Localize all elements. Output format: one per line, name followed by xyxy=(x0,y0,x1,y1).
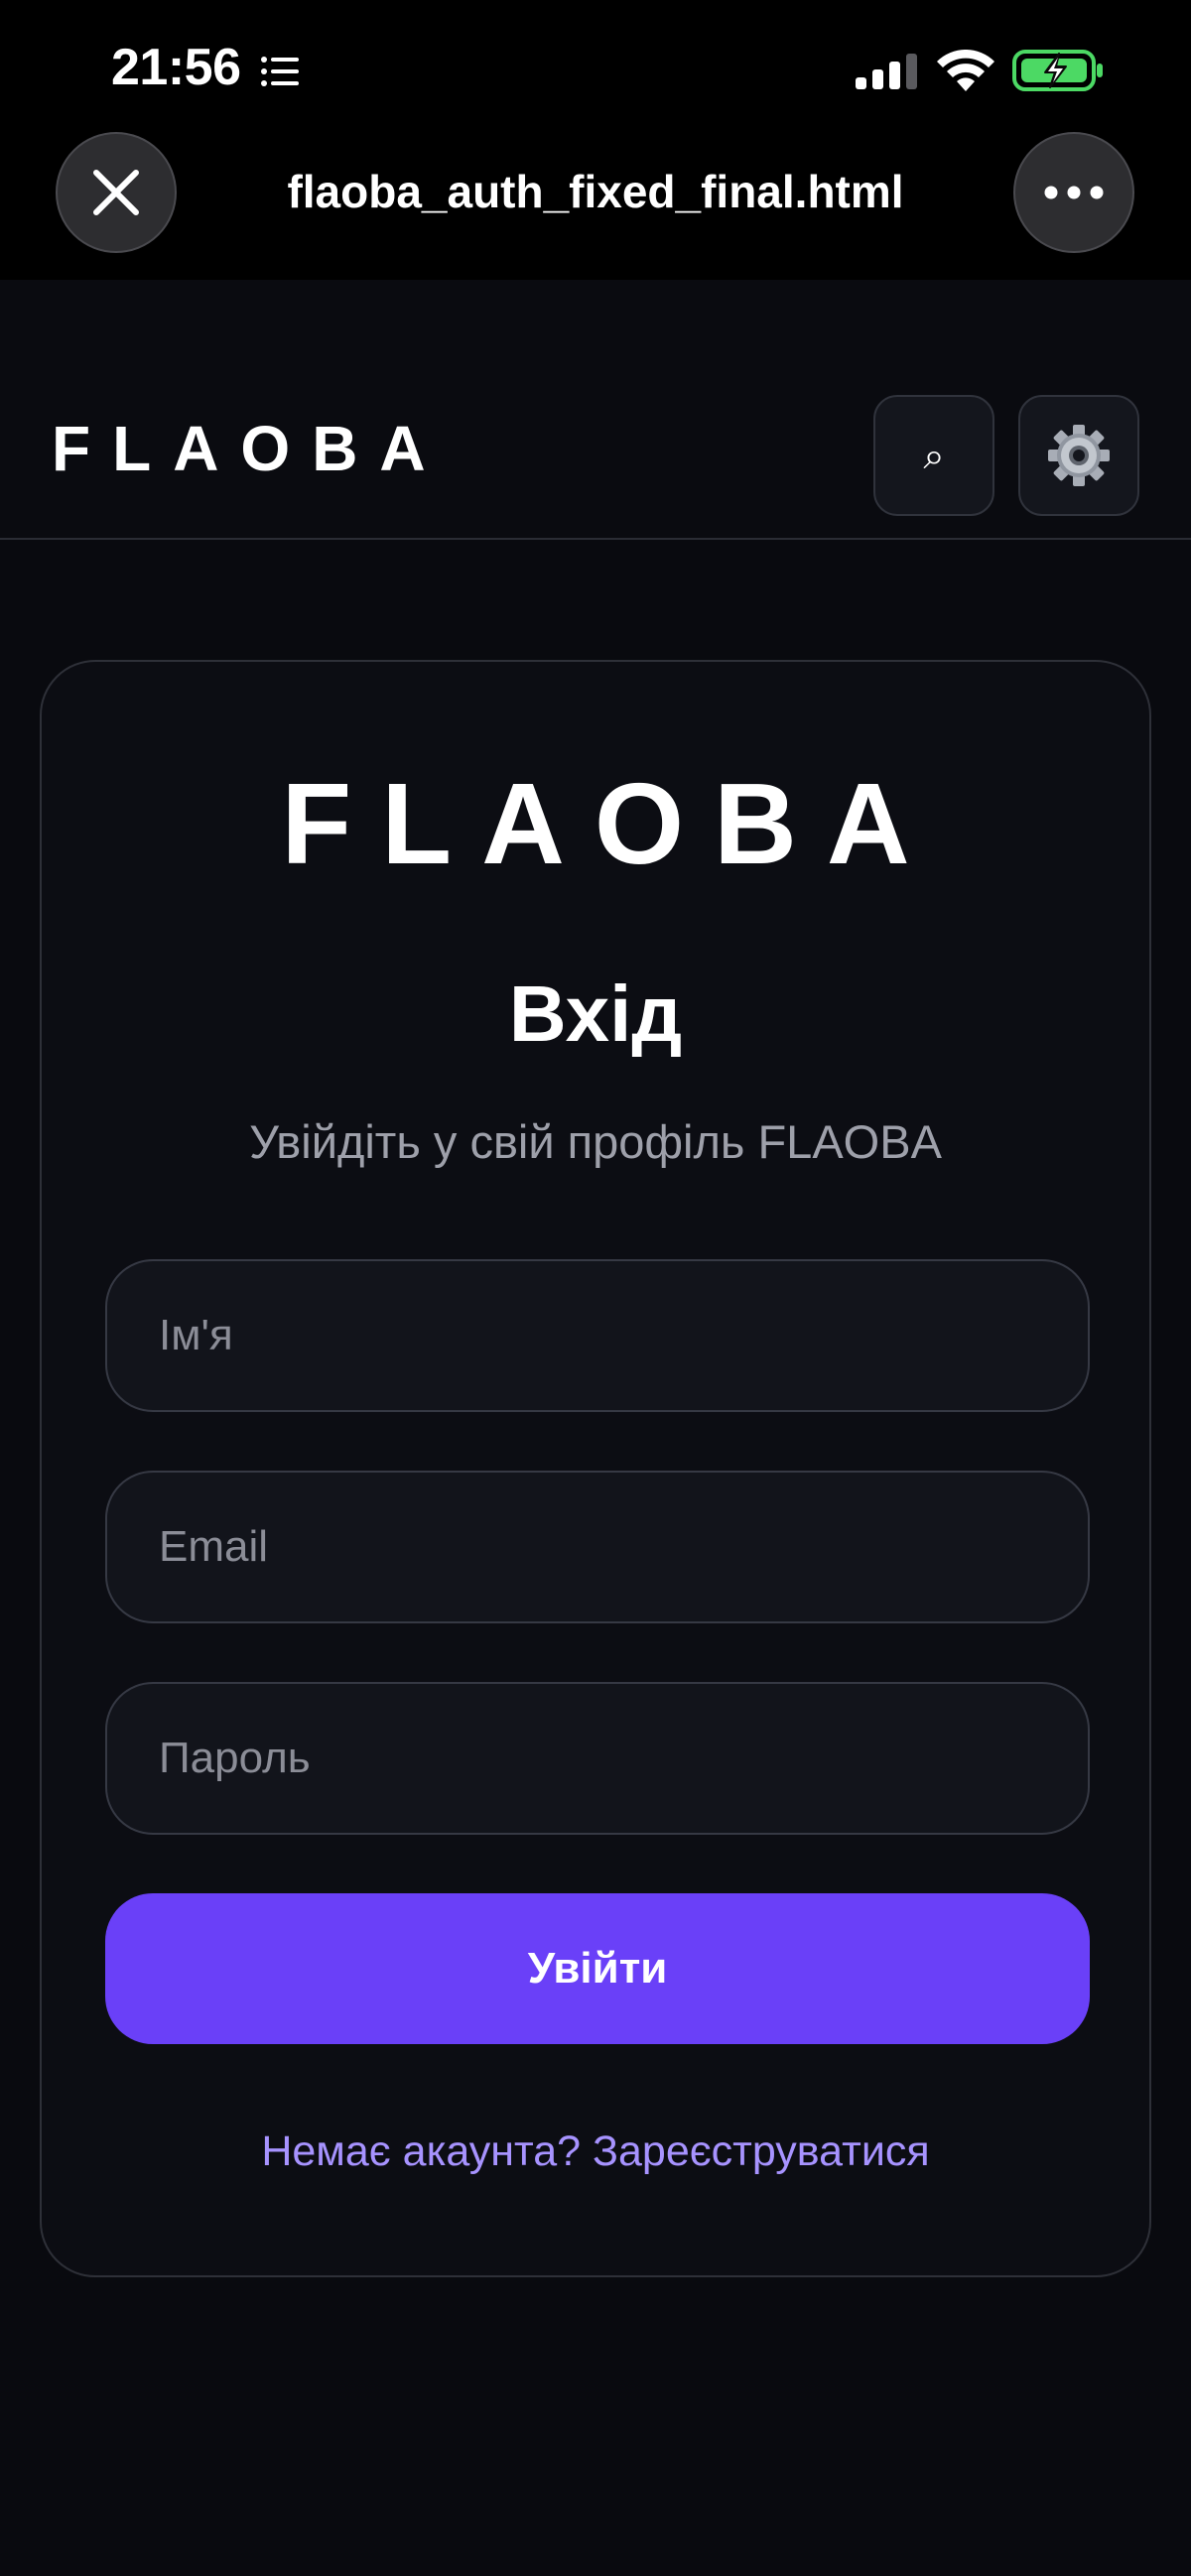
status-time: 21:56 xyxy=(111,39,241,96)
list-icon xyxy=(261,57,299,86)
browser-chrome: 21:56 flaoba_auth_fixed_final.html xyxy=(0,0,1191,280)
more-icon xyxy=(1044,186,1104,199)
page-title: flaoba_auth_fixed_final.html xyxy=(287,166,904,217)
settings-button[interactable] xyxy=(1018,395,1139,516)
close-icon xyxy=(93,170,139,215)
login-card: FLAOBA Вхід Увійдіть у свій профіль FLAO… xyxy=(40,660,1151,2277)
signal-icon xyxy=(856,54,917,89)
password-field[interactable] xyxy=(105,1682,1090,1835)
card-logo: FLAOBA xyxy=(281,759,940,888)
register-link[interactable]: Немає акаунта? Зареєструватися xyxy=(42,2130,1149,2173)
wifi-icon xyxy=(937,50,994,91)
login-button[interactable]: Увійти xyxy=(105,1893,1090,2044)
close-button[interactable] xyxy=(56,132,177,253)
gear-icon xyxy=(1048,425,1110,486)
name-field[interactable] xyxy=(105,1259,1090,1412)
login-subtitle: Увійдіть у свій профіль FLAOBA xyxy=(249,1115,942,1168)
header-logo[interactable]: FLAOBA xyxy=(52,417,448,480)
email-field[interactable] xyxy=(105,1471,1090,1623)
battery-charging-icon xyxy=(1012,50,1103,91)
login-title: Вхід xyxy=(508,969,683,1058)
search-button[interactable]: ⌕ xyxy=(873,395,994,516)
search-icon: ⌕ xyxy=(923,434,945,477)
site-header: FLAOBA ⌕ xyxy=(0,280,1191,540)
more-button[interactable] xyxy=(1013,132,1134,253)
